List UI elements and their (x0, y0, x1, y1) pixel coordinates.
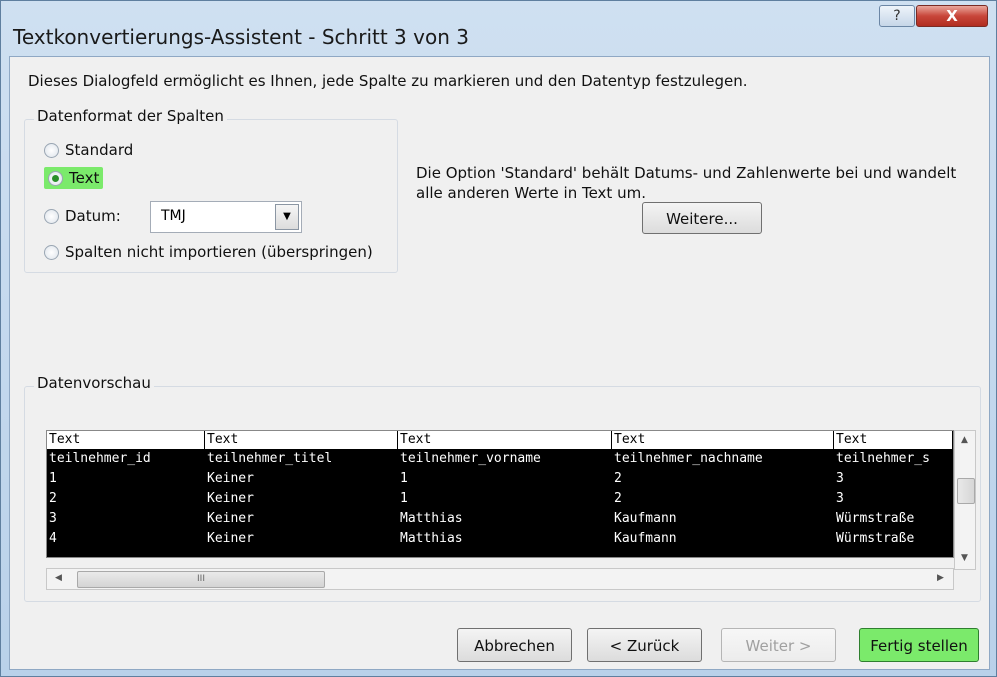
finish-button[interactable]: Fertig stellen (859, 628, 979, 662)
close-button[interactable]: X (916, 5, 988, 27)
column-header[interactable]: Text (47, 431, 205, 449)
preview-cell: Kaufmann (614, 531, 677, 546)
preview-cell: teilnehmer_s (836, 451, 930, 466)
radio-skip-icon[interactable] (44, 244, 59, 260)
more-button[interactable]: Weitere... (642, 202, 762, 234)
intro-text: Dieses Dialogfeld ermöglicht es Ihnen, j… (28, 72, 748, 90)
column-header[interactable]: Text (612, 431, 834, 449)
vertical-scroll-thumb[interactable] (957, 478, 975, 504)
info-text: Die Option 'Standard' behält Datums- und… (416, 164, 957, 202)
scroll-right-icon[interactable]: ▶ (937, 573, 944, 583)
help-button[interactable]: ? (879, 5, 915, 27)
radio-text-label: Text (69, 169, 100, 187)
horizontal-scroll-thumb[interactable]: III (77, 571, 325, 588)
preview-cell: teilnehmer_vorname (400, 451, 541, 466)
dialog-window: Textkonvertierungs-Assistent - Schritt 3… (0, 0, 997, 677)
preview-cell: Matthias (400, 511, 463, 526)
radio-text[interactable]: Text (44, 167, 104, 189)
data-preview-table[interactable]: Text teilnehmer_id 1 2 3 4 Text teilnehm… (46, 430, 954, 558)
preview-cell: 1 (49, 471, 57, 486)
preview-cell: 3 (836, 491, 844, 506)
preview-column-1[interactable]: Text teilnehmer_id 1 2 3 4 (47, 431, 205, 557)
preview-cell: Matthias (400, 531, 463, 546)
preview-column-2[interactable]: Text teilnehmer_titel Keiner Keiner Kein… (205, 431, 398, 557)
column-header[interactable]: Text (205, 431, 398, 449)
preview-cell: teilnehmer_nachname (614, 451, 763, 466)
preview-cell: 3 (49, 511, 57, 526)
preview-cell: Würmstraße (836, 531, 915, 546)
radio-skip-label: Spalten nicht importieren (überspringen) (65, 243, 373, 261)
format-group-label: Datenformat der Spalten (34, 107, 227, 125)
window-title: Textkonvertierungs-Assistent - Schritt 3… (13, 25, 469, 49)
chevron-down-icon[interactable]: ▼ (275, 204, 299, 230)
preview-cell: teilnehmer_id (49, 451, 151, 466)
date-format-select[interactable]: TMJ ▼ (150, 201, 302, 233)
radio-datum-icon[interactable] (44, 208, 59, 224)
radio-datum-label: Datum: (65, 207, 121, 225)
preview-cell: 2 (49, 491, 57, 506)
preview-cell: Keiner (207, 511, 254, 526)
preview-label: Datenvorschau (34, 374, 154, 392)
preview-cell: Kaufmann (614, 511, 677, 526)
preview-cell: teilnehmer_titel (207, 451, 333, 466)
radio-standard[interactable]: Standard (44, 141, 133, 159)
radio-text-icon[interactable] (48, 170, 63, 186)
preview-cell: 3 (836, 471, 844, 486)
date-format-value: TMJ (161, 208, 186, 224)
preview-cell: 2 (614, 471, 622, 486)
preview-cell: Keiner (207, 491, 254, 506)
cancel-button[interactable]: Abbrechen (457, 628, 572, 662)
dialog-body: Dieses Dialogfeld ermöglicht es Ihnen, j… (9, 56, 990, 670)
scroll-down-icon[interactable]: ▼ (961, 553, 968, 563)
scroll-up-icon[interactable]: ▲ (961, 435, 968, 445)
preview-column-3[interactable]: Text teilnehmer_vorname 1 1 Matthias Mat… (398, 431, 612, 557)
column-header[interactable]: Text (398, 431, 612, 449)
horizontal-scrollbar[interactable]: ◀ III ▶ (46, 568, 954, 590)
scroll-left-icon[interactable]: ◀ (55, 573, 62, 583)
preview-cell: 1 (400, 471, 408, 486)
preview-cell: Keiner (207, 471, 254, 486)
radio-text-highlight[interactable]: Text (44, 167, 104, 189)
preview-cell: 2 (614, 491, 622, 506)
column-header[interactable]: Text (834, 431, 953, 449)
next-button[interactable]: Weiter > (721, 628, 836, 662)
preview-column-5[interactable]: Text teilnehmer_s 3 3 Würmstraße Würmstr… (834, 431, 953, 557)
preview-cell: 1 (400, 491, 408, 506)
radio-standard-icon[interactable] (44, 142, 59, 158)
preview-cell: Würmstraße (836, 511, 915, 526)
title-bar[interactable]: Textkonvertierungs-Assistent - Schritt 3… (1, 1, 996, 56)
preview-cell: 4 (49, 531, 57, 546)
radio-standard-label: Standard (65, 141, 134, 159)
preview-column-4[interactable]: Text teilnehmer_nachname 2 2 Kaufmann Ka… (612, 431, 834, 557)
back-button[interactable]: < Zurück (587, 628, 702, 662)
radio-skip[interactable]: Spalten nicht importieren (überspringen) (44, 243, 373, 261)
preview-cell: Keiner (207, 531, 254, 546)
radio-datum[interactable]: Datum: (44, 207, 121, 225)
vertical-scrollbar[interactable]: ▲ ▼ (954, 430, 976, 570)
